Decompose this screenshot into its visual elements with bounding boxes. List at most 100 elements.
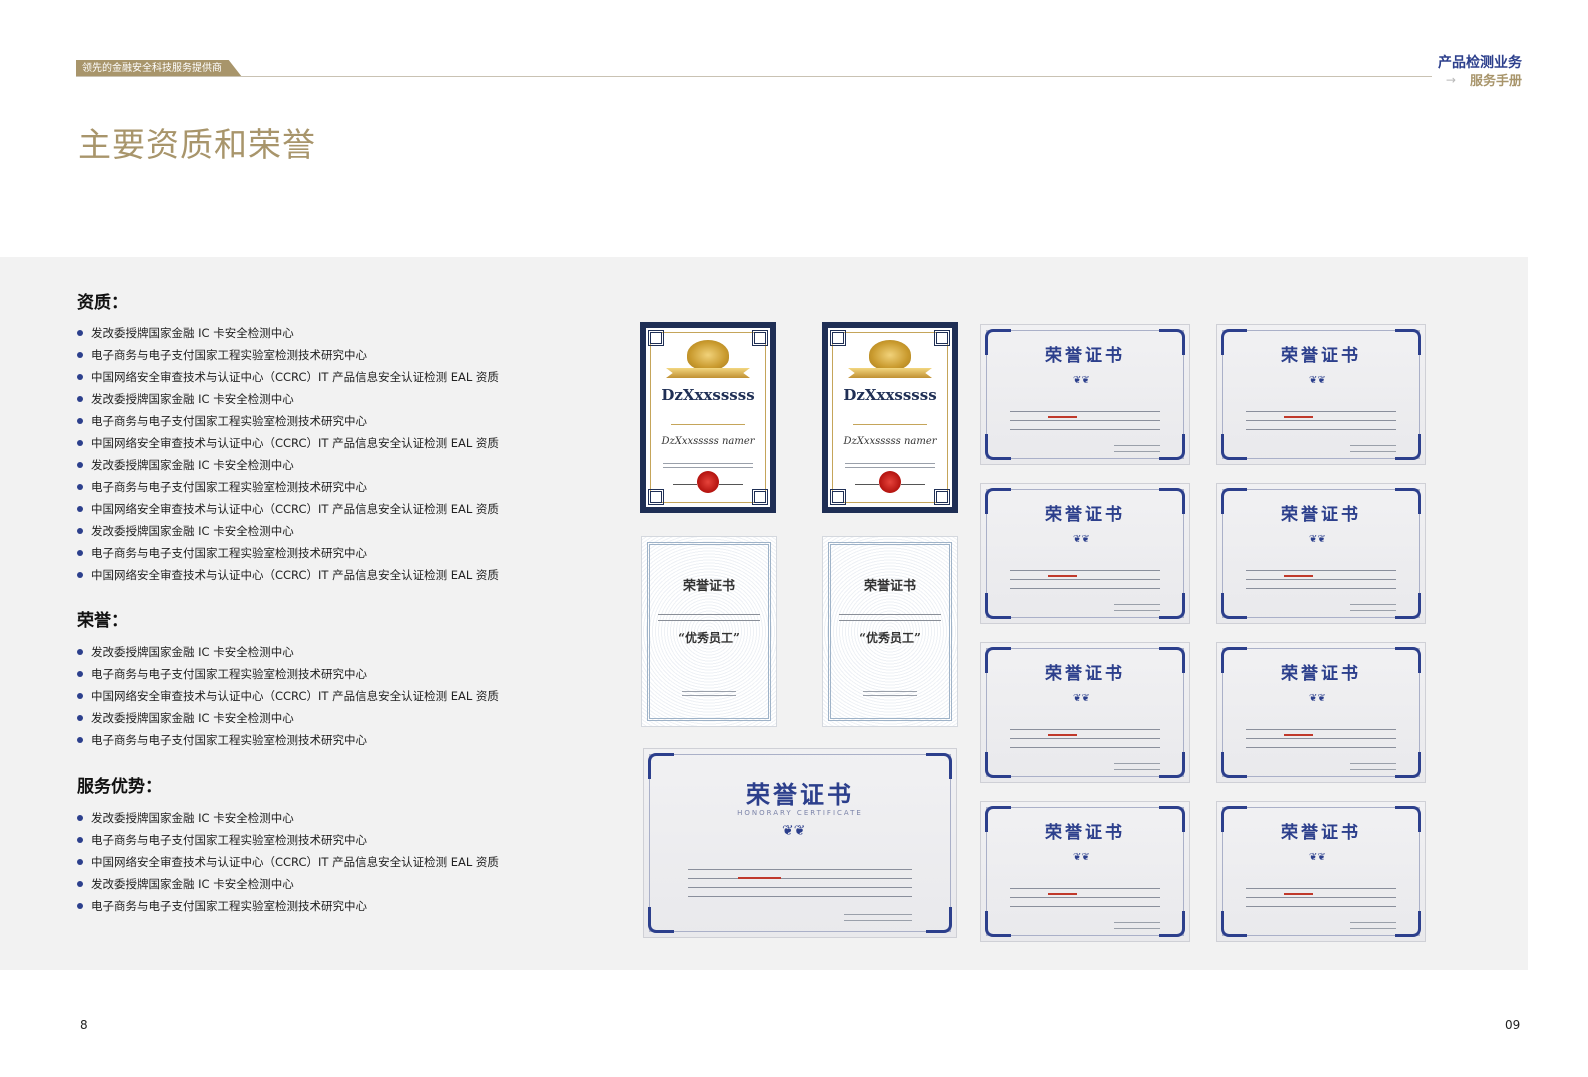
honors-list: 发改委授牌国家金融 IC 卡安全检测中心 电子商务与电子支付国家工程实验室检测技… [77, 641, 499, 751]
list-item: 发改委授牌国家金融 IC 卡安全检测中心 [77, 520, 499, 542]
list-item: 发改委授牌国家金融 IC 卡安全检测中心 [77, 807, 499, 829]
list-item: 电子商务与电子支付国家工程实验室检测技术研究中心 [77, 729, 499, 751]
certificate-footer-lines [863, 688, 917, 696]
page-number-right: 09 [1505, 1018, 1521, 1032]
corner-ornament [985, 593, 1011, 619]
wax-seal-icon [879, 471, 901, 493]
certificate-text-lines [1010, 403, 1160, 430]
certificate-title: 荣誉证书 [863, 579, 916, 594]
highlight-mark [1283, 575, 1313, 577]
list-item: 中国网络安全审查技术与认证中心（CCRC）IT 产品信息安全认证检测 EAL 资… [77, 432, 499, 454]
certificate-title: 荣誉证书 [1045, 505, 1125, 525]
corner-ornament [1395, 593, 1421, 619]
list-item: 发改委授牌国家金融 IC 卡安全检测中心 [77, 454, 499, 476]
certificate-blue-small: 荣誉证书 ❦❦ [980, 801, 1190, 942]
flourish-icon: ❦❦ [1309, 852, 1326, 863]
certificate-text-lines [845, 460, 935, 470]
section-title-honors: 荣誉： [77, 611, 128, 631]
flourish-icon: ❦❦ [782, 823, 806, 839]
signature-lines [1350, 917, 1396, 929]
certificate-footer-lines [682, 688, 736, 696]
corner-ornament [934, 330, 950, 346]
corner-ornament [934, 489, 950, 505]
corner-ornament [1395, 434, 1421, 460]
brand-subtitle-group: → 服务手册 [1445, 70, 1522, 90]
qualifications-list: 发改委授牌国家金融 IC 卡安全检测中心 电子商务与电子支付国家工程实验室检测技… [77, 322, 499, 586]
corner-ornament [752, 489, 768, 505]
list-item: 发改委授牌国家金融 IC 卡安全检测中心 [77, 873, 499, 895]
certificate-text-lines [687, 861, 913, 897]
corner-ornament [648, 489, 664, 505]
certificate-script: DzXxxsssss namer [843, 436, 937, 447]
tagline-banner: 领先的金融安全科技服务提供商 [76, 60, 242, 77]
certificate-blue-small: 荣誉证书 ❦❦ [1216, 483, 1426, 624]
certificate-text-lines [1010, 721, 1160, 748]
certificate-title: 荣誉证书 [1045, 823, 1125, 843]
list-item: 发改委授牌国家金融 IC 卡安全检测中心 [77, 322, 499, 344]
corner-ornament [1395, 752, 1421, 778]
highlight-mark [1047, 416, 1077, 418]
list-item: 中国网络安全审查技术与认证中心（CCRC）IT 产品信息安全认证检测 EAL 资… [77, 498, 499, 520]
page-number-left: 8 [80, 1018, 88, 1032]
certificate-award: “优秀员工” [678, 631, 740, 645]
list-item: 电子商务与电子支付国家工程实验室检测技术研究中心 [77, 895, 499, 917]
list-item: 发改委授牌国家金融 IC 卡安全检测中心 [77, 707, 499, 729]
advantages-list: 发改委授牌国家金融 IC 卡安全检测中心 电子商务与电子支付国家工程实验室检测技… [77, 807, 499, 917]
certificate-name: DzXxxsssss [843, 386, 937, 404]
corner-ornament [1159, 911, 1185, 937]
page-title: 主要资质和荣誉 [78, 125, 316, 164]
corner-ornament [985, 434, 1011, 460]
highlight-mark [1047, 893, 1077, 895]
gold-ribbon-icon [848, 368, 932, 378]
signature-lines [1114, 758, 1160, 770]
certificate-blue-large: 荣誉证书 HONORARY CERTIFICATE ❦❦ [643, 748, 957, 938]
certificate-title: 荣誉证书 [1281, 664, 1361, 684]
corner-ornament [1159, 434, 1185, 460]
corner-ornament [752, 330, 768, 346]
certificate-text-lines [1010, 562, 1160, 589]
corner-ornament [1221, 434, 1247, 460]
corner-ornament [648, 907, 674, 933]
highlight-mark [737, 877, 782, 879]
certificate-silver-2: 荣誉证书 “优秀员工” [822, 536, 958, 727]
gold-crest-icon [687, 340, 729, 370]
certificate-name: DzXxxsssss [661, 386, 755, 404]
certificate-text-lines [1246, 562, 1396, 589]
highlight-mark [1283, 893, 1313, 895]
certificate-text-lines [658, 609, 760, 623]
list-item: 电子商务与电子支付国家工程实验室检测技术研究中心 [77, 829, 499, 851]
highlight-mark [1047, 575, 1077, 577]
signature-lines [1114, 440, 1160, 452]
wax-seal-icon [697, 471, 719, 493]
section-title-qualifications: 资质： [77, 293, 128, 313]
arrow-right-icon: → [1445, 72, 1456, 87]
certificate-text-lines [1246, 880, 1396, 907]
signature-lines [843, 909, 913, 923]
corner-ornament [648, 330, 664, 346]
certificate-text-lines [1010, 880, 1160, 907]
list-item: 中国网络安全审查技术与认证中心（CCRC）IT 产品信息安全认证检测 EAL 资… [77, 366, 499, 388]
gold-crest-icon [869, 340, 911, 370]
signature-line [900, 484, 925, 485]
signature-lines [1350, 599, 1396, 611]
corner-ornament [830, 489, 846, 505]
flourish-icon: ❦❦ [1073, 852, 1090, 863]
signature-lines [1350, 440, 1396, 452]
corner-ornament [1221, 593, 1247, 619]
signature-line [673, 484, 698, 485]
list-item: 发改委授牌国家金融 IC 卡安全检测中心 [77, 388, 499, 410]
list-item: 电子商务与电子支付国家工程实验室检测技术研究中心 [77, 663, 499, 685]
flourish-icon: ❦❦ [1309, 693, 1326, 704]
certificate-title: 荣誉证书 [1045, 664, 1125, 684]
corner-ornament [1221, 911, 1247, 937]
list-item: 电子商务与电子支付国家工程实验室检测技术研究中心 [77, 344, 499, 366]
certificate-subtitle: HONORARY CERTIFICATE [737, 809, 863, 817]
highlight-mark [1283, 734, 1313, 736]
brand-title: 产品检测业务 [1438, 55, 1522, 71]
list-item: 发改委授牌国家金融 IC 卡安全检测中心 [77, 641, 499, 663]
corner-ornament [1159, 752, 1185, 778]
certificate-text-lines [1246, 403, 1396, 430]
corner-ornament [1159, 593, 1185, 619]
highlight-mark [1283, 416, 1313, 418]
certificate-blue-small: 荣誉证书 ❦❦ [980, 324, 1190, 465]
